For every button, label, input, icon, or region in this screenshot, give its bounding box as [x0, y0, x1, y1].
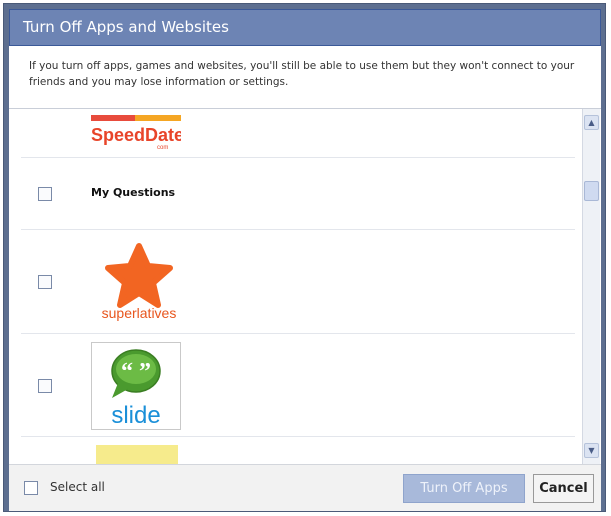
- app-checkbox[interactable]: [38, 275, 52, 289]
- speeddate-logo-sub: com: [157, 145, 168, 151]
- speeddate-logo-art: SpeedDate com: [91, 115, 184, 151]
- app-name: My Questions: [91, 186, 176, 199]
- star-icon: [105, 243, 173, 308]
- app-checkbox[interactable]: [38, 187, 52, 201]
- list-item-speeddate: SpeedDate com: [21, 109, 575, 158]
- superlatives-logo: superlatives: [91, 242, 187, 322]
- list-item-superlatives: superlatives: [21, 230, 575, 334]
- select-all-label[interactable]: Select all: [50, 480, 105, 494]
- chevron-up-icon[interactable]: ▲: [584, 115, 599, 130]
- dialog-title: Turn Off Apps and Websites: [9, 9, 601, 46]
- select-all-checkbox[interactable]: [24, 481, 38, 495]
- cancel-button[interactable]: Cancel: [533, 474, 594, 503]
- app-checkbox[interactable]: [38, 379, 52, 393]
- slide-logo-art: “ ” slide: [111, 349, 161, 429]
- chevron-down-icon[interactable]: ▼: [584, 443, 599, 458]
- slide-logo: “ ” slide: [91, 342, 181, 430]
- turn-off-apps-button[interactable]: Turn Off Apps: [403, 474, 525, 503]
- turn-off-apps-dialog: Turn Off Apps and Websites If you turn o…: [9, 9, 601, 511]
- speeddate-logo: SpeedDate com: [91, 115, 184, 153]
- scrollbar-thumb[interactable]: [584, 181, 599, 201]
- list-scrollbar[interactable]: ▲ ▼: [582, 109, 600, 464]
- apps-list[interactable]: SpeedDate com My Questions superlatives: [9, 109, 601, 464]
- dialog-description: If you turn off apps, games and websites…: [9, 46, 601, 109]
- dialog-footer: Select all Turn Off Apps Cancel: [9, 464, 601, 511]
- superlatives-logo-art: superlatives: [102, 243, 177, 321]
- speeddate-logo-text: SpeedDate: [91, 125, 181, 145]
- list-item-slide: “ ” slide: [21, 334, 575, 437]
- list-item-my-questions: My Questions: [21, 158, 575, 230]
- list-item-note: [21, 437, 575, 464]
- slide-bubble-quotes: “ ”: [121, 359, 151, 385]
- slide-logo-text: slide: [111, 402, 160, 429]
- superlatives-logo-text: superlatives: [102, 305, 177, 321]
- note-logo: [96, 445, 178, 464]
